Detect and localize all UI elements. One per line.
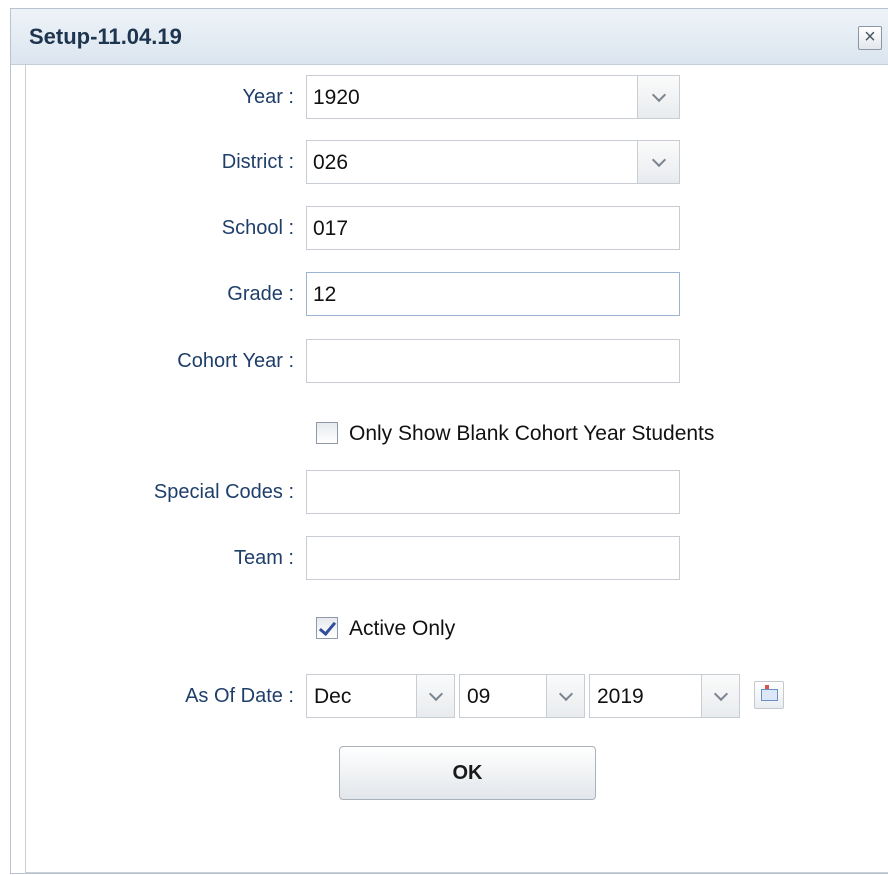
grade-input[interactable]: 12 [306,272,680,316]
month-dropdown-button[interactable] [416,675,454,717]
active-only-checkbox[interactable] [316,617,338,639]
year-select[interactable]: 1920 [306,75,680,119]
setup-dialog: Setup-11.04.19 × Year : 1920 District : … [10,8,888,874]
district-value: 026 [313,151,349,174]
day-value: 09 [467,685,491,708]
month-select[interactable]: Dec [306,674,455,718]
special-codes-row: Special Codes : [26,470,888,514]
year-label: Year : [242,86,294,108]
cohort-year-label: Cohort Year : [177,350,294,372]
grade-label: Grade : [227,283,294,305]
close-button[interactable]: × [858,26,882,50]
date-year-dropdown-button[interactable] [701,675,739,717]
calendar-marker [765,685,769,689]
dialog-title: Setup-11.04.19 [29,24,182,49]
team-row: Team : [26,536,888,580]
date-year-value: 2019 [597,685,644,708]
school-label: School : [221,217,294,239]
district-row: District : 026 [26,140,888,184]
calendar-button[interactable] [754,681,784,709]
school-value: 017 [313,217,349,240]
blank-cohort-label[interactable]: Only Show Blank Cohort Year Students [349,418,714,450]
active-only-label[interactable]: Active Only [349,613,455,645]
team-label: Team : [233,547,294,569]
year-value: 1920 [313,86,360,109]
month-value: Dec [314,685,352,708]
dialog-body: Year : 1920 District : 026 School : 017 [25,65,888,873]
chevron-down-icon [713,686,728,702]
blank-cohort-checkbox[interactable] [316,422,338,444]
chevron-down-icon [651,87,666,103]
year-dropdown-button[interactable] [637,76,679,118]
dialog-titlebar[interactable]: Setup-11.04.19 × [11,9,888,65]
school-input[interactable]: 017 [306,206,680,250]
school-row: School : 017 [26,206,888,250]
day-select[interactable]: 09 [459,674,585,718]
grade-value: 12 [313,283,337,306]
special-codes-input[interactable] [306,470,680,514]
chevron-down-icon [651,152,666,168]
close-icon: × [864,26,876,48]
year-row: Year : 1920 [26,75,888,119]
as-of-date-label: As Of Date : [185,685,294,707]
chevron-down-icon [558,686,573,702]
chevron-down-icon [428,686,443,702]
as-of-date-row: As Of Date : Dec 09 2019 [26,674,888,718]
day-dropdown-button[interactable] [546,675,584,717]
special-codes-label: Special Codes : [153,481,294,503]
district-dropdown-button[interactable] [637,141,679,183]
cohort-year-row: Cohort Year : [26,339,888,383]
district-label: District : [221,151,294,173]
ok-button[interactable]: OK [339,746,596,800]
year-date-select[interactable]: 2019 [589,674,740,718]
district-select[interactable]: 026 [306,140,680,184]
cohort-year-input[interactable] [306,339,680,383]
grade-row: Grade : 12 [26,272,888,316]
calendar-icon [761,689,778,701]
team-input[interactable] [306,536,680,580]
